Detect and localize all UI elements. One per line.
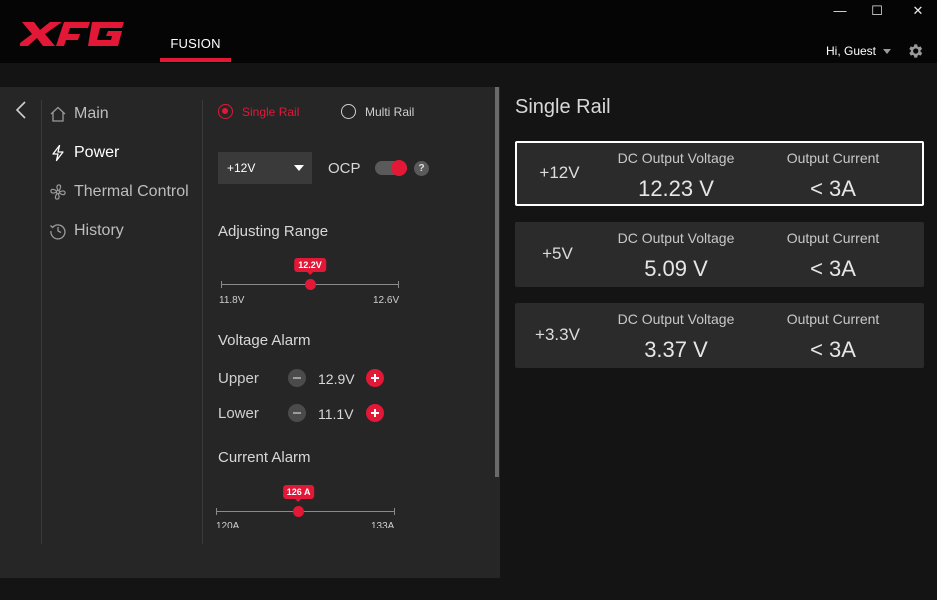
logo-text: XPG xyxy=(20,14,22,15)
top-bar: XPG FUSION — ☐ ✕ Hi, Guest xyxy=(0,0,937,63)
lower-label: Lower xyxy=(218,405,259,422)
slider-tick xyxy=(216,508,217,515)
back-arrow-icon[interactable] xyxy=(14,100,28,120)
tab-active-indicator xyxy=(160,58,231,62)
home-icon xyxy=(49,105,67,123)
rail-card-5v[interactable]: +5V DC Output Voltage 5.09 V Output Curr… xyxy=(515,222,924,287)
radio-unchecked-icon xyxy=(341,104,356,119)
sidebar-item-power[interactable]: Power xyxy=(49,142,119,164)
rail-name: +5V xyxy=(542,244,573,263)
current-value: < 3A xyxy=(810,337,856,362)
slider-tick xyxy=(398,281,399,288)
adjusting-range-slider-thumb[interactable] xyxy=(304,279,316,290)
sidebar-item-label: Main xyxy=(74,105,109,122)
voltage-alarm-title: Voltage Alarm xyxy=(218,332,311,349)
rail-select-value: +12V xyxy=(227,161,256,175)
history-icon xyxy=(49,222,67,240)
ocp-label: OCP xyxy=(328,160,361,177)
voltage-value: 5.09 V xyxy=(644,256,708,281)
upper-label: Upper xyxy=(218,370,259,387)
adjusting-range-max: 12.6V xyxy=(373,295,400,306)
close-button[interactable]: ✕ xyxy=(907,2,929,20)
xpg-logo: XPG xyxy=(20,14,125,50)
adjusting-range-value-badge: 12.2V xyxy=(294,258,326,275)
voltage-label: DC Output Voltage xyxy=(617,150,735,166)
slider-tick xyxy=(394,508,395,515)
help-icon[interactable]: ? xyxy=(414,161,429,176)
radio-multi-rail[interactable]: Multi Rail xyxy=(341,104,414,119)
sidebar-item-label: Thermal Control xyxy=(74,183,189,200)
upper-decrease-button[interactable] xyxy=(288,369,306,387)
current-alarm-title: Current Alarm xyxy=(218,449,311,466)
current-label: Output Current xyxy=(786,150,880,166)
sidebar-item-label: History xyxy=(74,222,124,239)
current-alarm-value-badge: 126 A xyxy=(282,485,315,502)
voltage-value: 3.37 V xyxy=(644,337,708,362)
lightning-icon xyxy=(49,144,67,162)
voltage-label: DC Output Voltage xyxy=(617,311,735,327)
user-greeting[interactable]: Hi, Guest xyxy=(826,44,876,58)
chevron-down-icon xyxy=(294,165,304,171)
sidebar-item-main[interactable]: Main xyxy=(49,103,109,125)
maximize-button[interactable]: ☐ xyxy=(866,2,888,20)
upper-increase-button[interactable] xyxy=(366,369,384,387)
current-alarm-slider-track[interactable] xyxy=(216,511,395,512)
voltage-label: DC Output Voltage xyxy=(617,230,735,246)
scrollbar[interactable] xyxy=(495,87,499,477)
lower-value: 11.1V xyxy=(318,406,354,422)
upper-value: 12.9V xyxy=(318,371,355,387)
slider-tick xyxy=(221,281,222,288)
sidebar-item-label: Power xyxy=(74,144,120,161)
adjusting-range-min: 11.8V xyxy=(219,295,245,306)
radio-label: Single Rail xyxy=(242,104,300,119)
toggle-knob xyxy=(391,160,407,176)
rail-card-3v3[interactable]: +3.3V DC Output Voltage 3.37 V Output Cu… xyxy=(515,303,924,368)
rail-name: +3.3V xyxy=(535,325,580,344)
sidebar-item-history[interactable]: History xyxy=(49,220,124,242)
current-label: Output Current xyxy=(786,230,880,246)
gear-icon[interactable] xyxy=(906,42,924,60)
nav-divider xyxy=(41,100,42,544)
radio-label: Multi Rail xyxy=(365,104,415,119)
settings-divider xyxy=(202,100,203,544)
current-label: Output Current xyxy=(786,311,880,327)
voltage-value: 12.23 V xyxy=(638,176,714,201)
current-value: < 3A xyxy=(810,256,856,281)
lower-increase-button[interactable] xyxy=(366,404,384,422)
rail-card-12v[interactable]: +12V DC Output Voltage 12.23 V Output Cu… xyxy=(515,141,924,206)
sidebar-item-thermal-control[interactable]: Thermal Control xyxy=(49,181,189,203)
radio-checked-icon xyxy=(218,104,233,119)
ocp-toggle[interactable] xyxy=(375,160,407,176)
rail-name: +12V xyxy=(539,163,580,182)
current-alarm-max: 133A xyxy=(371,521,395,528)
adjusting-range-title: Adjusting Range xyxy=(218,223,329,240)
fan-icon xyxy=(49,183,67,201)
rail-select[interactable]: +12V xyxy=(218,152,312,184)
page-title: Single Rail xyxy=(515,96,611,118)
current-value: < 3A xyxy=(810,176,856,201)
chevron-down-icon[interactable] xyxy=(883,49,891,54)
radio-single-rail[interactable]: Single Rail xyxy=(218,104,299,119)
minimize-button[interactable]: — xyxy=(829,2,851,20)
lower-decrease-button[interactable] xyxy=(288,404,306,422)
current-alarm-min: 120A xyxy=(216,521,240,528)
